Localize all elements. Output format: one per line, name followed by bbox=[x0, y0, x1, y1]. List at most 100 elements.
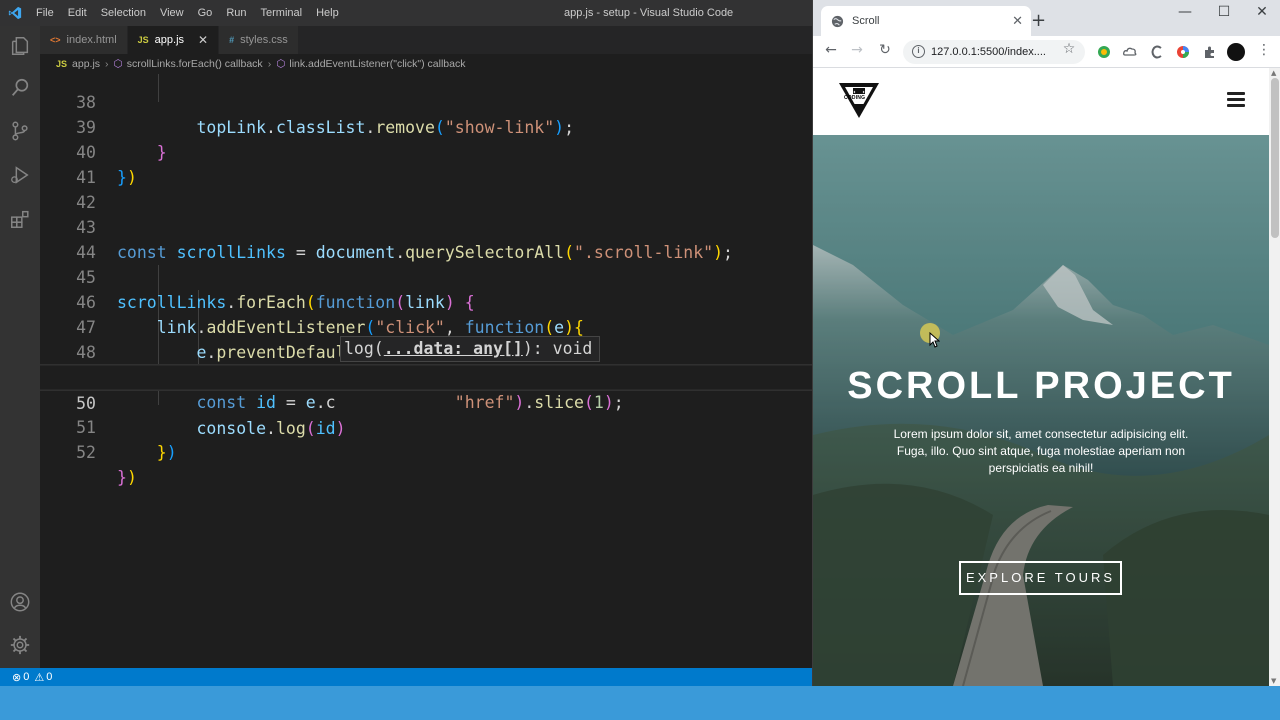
browser-window: Scroll ✕ + — ☐ ✕ ← → ↻ i 127.0.0.1:5500/… bbox=[812, 0, 1280, 686]
menu-file[interactable]: File bbox=[36, 0, 60, 26]
code-line: 42 bbox=[40, 165, 812, 212]
hamburger-menu-icon[interactable] bbox=[1227, 92, 1245, 107]
tab-label: styles.css bbox=[240, 34, 288, 46]
menu-run[interactable]: Run bbox=[226, 0, 252, 26]
vscode-window: File Edit Selection View Go Run Terminal… bbox=[0, 0, 812, 686]
function-cube-icon: ⬡ bbox=[113, 58, 123, 70]
browser-tab-title: Scroll bbox=[852, 15, 880, 27]
minimize-icon[interactable]: — bbox=[1170, 4, 1200, 20]
code-line: 46 link.addEventListener("click", functi… bbox=[40, 265, 812, 337]
extension-color-icon[interactable] bbox=[1175, 44, 1191, 60]
title-bar: File Edit Selection View Go Run Terminal… bbox=[0, 0, 812, 26]
code-line: 40 }) bbox=[40, 115, 812, 187]
page-scrollbar[interactable]: ▲ ▼ bbox=[1269, 68, 1280, 686]
extensions-icon[interactable] bbox=[8, 207, 32, 231]
mouse-pointer-icon bbox=[929, 332, 940, 348]
breadcrumb-file[interactable]: app.js bbox=[72, 58, 100, 70]
page-viewport: CODING SCROLL PROJECT Lorem ipsum dolor … bbox=[813, 68, 1269, 686]
hint-prefix: log( bbox=[344, 339, 384, 358]
browser-toolbar: ← → ↻ i 127.0.0.1:5500/index.... ☆ ⋮ bbox=[813, 36, 1280, 68]
maximize-icon[interactable]: ☐ bbox=[1209, 4, 1239, 20]
source-control-icon[interactable] bbox=[8, 119, 32, 143]
breadcrumb-item[interactable]: link.addEventListener("click") callback bbox=[289, 58, 465, 70]
js-file-icon: JS bbox=[137, 35, 149, 45]
tab-styles-css[interactable]: # styles.css bbox=[219, 26, 299, 54]
hero-text: Lorem ipsum dolor sit, amet consectetur … bbox=[893, 427, 1189, 475]
run-debug-icon[interactable] bbox=[8, 163, 32, 187]
editor-tabs: <> index.html JS app.js ✕ # styles.css bbox=[40, 26, 812, 54]
scroll-up-arrow-icon[interactable]: ▲ bbox=[1271, 69, 1276, 77]
close-icon[interactable]: ✕ bbox=[198, 33, 208, 47]
scroll-down-arrow-icon[interactable]: ▼ bbox=[1271, 677, 1276, 685]
info-icon[interactable]: i bbox=[912, 45, 925, 58]
code-line: 44 bbox=[40, 215, 812, 262]
hero-section: SCROLL PROJECT Lorem ipsum dolor sit, am… bbox=[813, 135, 1269, 686]
chevron-right-icon: › bbox=[105, 58, 109, 70]
hint-suffix: ): void bbox=[522, 339, 593, 358]
breadcrumb-item[interactable]: scrollLinks.forEach() callback bbox=[127, 58, 263, 70]
settings-gear-icon[interactable] bbox=[8, 633, 32, 657]
menu-selection[interactable]: Selection bbox=[101, 0, 152, 26]
code-line: 45 scrollLinks.forEach(function(link) { bbox=[40, 240, 812, 312]
code-line: 51 }) bbox=[40, 390, 812, 462]
explorer-icon[interactable] bbox=[8, 34, 32, 58]
extension-icon[interactable] bbox=[1096, 44, 1112, 60]
hero-title: SCROLL PROJECT bbox=[847, 365, 1235, 407]
logo-text: CODING bbox=[844, 95, 866, 101]
extension-cloud-icon[interactable] bbox=[1122, 44, 1138, 60]
code-line: 41 bbox=[40, 140, 812, 187]
warning-count[interactable]: 0 bbox=[46, 671, 52, 683]
reload-icon[interactable]: ↻ bbox=[875, 42, 895, 58]
account-icon[interactable] bbox=[8, 590, 32, 614]
hero-background-image bbox=[813, 135, 1269, 686]
code-line: 39 } bbox=[40, 90, 812, 162]
bookmark-star-icon[interactable]: ☆ bbox=[1059, 41, 1079, 57]
new-tab-plus-icon[interactable]: + bbox=[1031, 10, 1046, 31]
code-line: 43 const scrollLinks = document.querySel… bbox=[40, 190, 812, 262]
warning-icon[interactable]: ⚠ bbox=[34, 671, 44, 684]
menu-bar: File Edit Selection View Go Run Terminal… bbox=[36, 0, 353, 26]
forward-arrow-icon[interactable]: → bbox=[847, 42, 867, 58]
error-icon[interactable]: ⊗ bbox=[12, 671, 21, 684]
code-editor[interactable]: 38 topLink.classList.remove("show-link")… bbox=[40, 74, 812, 668]
url-text: 127.0.0.1:5500/index.... bbox=[931, 46, 1046, 58]
js-file-icon: JS bbox=[56, 59, 68, 69]
code-line: 52 }) bbox=[40, 415, 812, 487]
code-line: 38 topLink.classList.remove("show-link")… bbox=[40, 74, 812, 137]
address-bar[interactable]: i 127.0.0.1:5500/index.... bbox=[903, 40, 1085, 64]
menu-help[interactable]: Help bbox=[316, 0, 345, 26]
extensions-puzzle-icon[interactable] bbox=[1202, 44, 1218, 60]
vscode-logo-icon bbox=[8, 6, 22, 20]
menu-terminal[interactable]: Terminal bbox=[261, 0, 309, 26]
tab-index-html[interactable]: <> index.html bbox=[40, 26, 128, 54]
browser-tab[interactable]: Scroll ✕ bbox=[821, 6, 1031, 36]
window-title: app.js - setup - Visual Studio Code bbox=[564, 7, 734, 19]
hint-active-param: ...data: any[] bbox=[383, 339, 523, 358]
tab-label: index.html bbox=[66, 34, 117, 46]
avatar[interactable] bbox=[1227, 43, 1245, 61]
close-icon[interactable]: ✕ bbox=[1012, 13, 1023, 29]
activity-bar bbox=[0, 26, 40, 668]
menu-edit[interactable]: Edit bbox=[68, 0, 93, 26]
parameter-hint-tooltip: log(...data: any[]): void bbox=[340, 336, 600, 362]
menu-go[interactable]: Go bbox=[198, 0, 219, 26]
search-icon[interactable] bbox=[8, 76, 32, 100]
site-navbar: CODING bbox=[813, 68, 1269, 135]
scrollbar-thumb[interactable] bbox=[1271, 78, 1279, 238]
code-line-current: 50 console.log(id) bbox=[40, 364, 812, 438]
error-count[interactable]: 0 bbox=[23, 671, 29, 683]
line-number: 52 bbox=[76, 443, 96, 462]
chevron-right-icon: › bbox=[267, 58, 272, 70]
back-arrow-icon[interactable]: ← bbox=[821, 42, 841, 58]
html-file-icon: <> bbox=[50, 35, 61, 45]
close-window-icon[interactable]: ✕ bbox=[1247, 4, 1277, 20]
menu-view[interactable]: View bbox=[160, 0, 190, 26]
explore-tours-button[interactable]: EXPLORE TOURS bbox=[959, 561, 1122, 595]
tab-label: app.js bbox=[154, 34, 185, 46]
css-file-icon: # bbox=[229, 35, 235, 45]
extension-c-icon[interactable] bbox=[1149, 44, 1165, 60]
breadcrumb: JS app.js › ⬡ scrollLinks.forEach() call… bbox=[40, 54, 812, 74]
more-menu-icon[interactable]: ⋮ bbox=[1257, 42, 1271, 58]
tab-app-js[interactable]: JS app.js ✕ bbox=[127, 26, 220, 54]
browser-tab-strip: Scroll ✕ + — ☐ ✕ bbox=[813, 0, 1280, 36]
